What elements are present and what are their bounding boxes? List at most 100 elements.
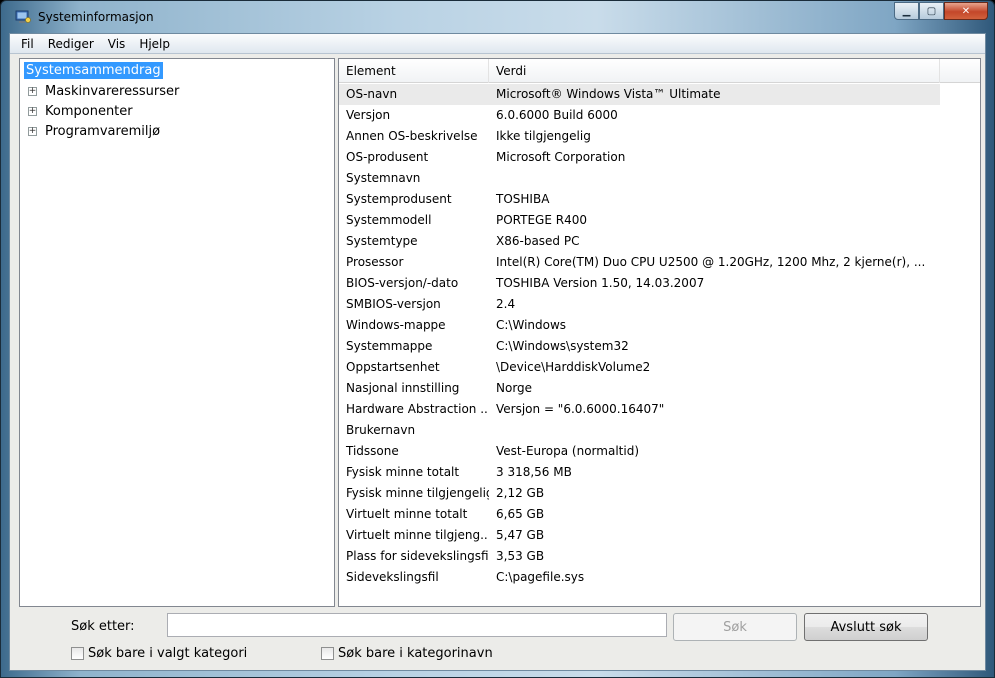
table-row[interactable]: Tidssone Vest-Europa (normaltid) [339,441,980,462]
table-row[interactable]: Virtuelt minne totalt 6,65 GB [339,504,980,525]
cell-element: Systemmodell [346,213,432,227]
checkbox-box[interactable] [71,647,84,660]
app-window: Systeminformasjon ▁ ▢ ✕ Fil Rediger Vis … [0,0,995,678]
table-row[interactable]: Systemnavn [339,168,980,189]
cell-value: Microsoft Corporation [496,150,626,164]
table-row[interactable]: Oppstartsenhet \Device\HarddiskVolume2 [339,357,980,378]
table-row[interactable]: Brukernavn [339,420,980,441]
cell-value: C:\Windows [496,318,567,332]
table-row[interactable]: BIOS-versjon/-dato TOSHIBA Version 1.50, … [339,273,980,294]
cell-element: Versjon [346,108,391,122]
cell-value: 3 318,56 MB [496,465,572,479]
expand-icon[interactable]: + [28,127,37,136]
cell-value: Intel(R) Core(TM) Duo CPU U2500 @ 1.20GH… [496,255,926,269]
cell-value: TOSHIBA Version 1.50, 14.03.2007 [496,276,705,290]
cell-value: Ikke tilgjengelig [496,129,591,143]
cell-value: PORTEGE R400 [496,213,587,227]
title-bar[interactable]: Systeminformasjon ▁ ▢ ✕ [1,1,994,33]
cell-value: Norge [496,381,533,395]
menu-help[interactable]: Hjelp [132,37,177,51]
category-tree[interactable]: Systemsammendrag + Maskinvareressurser +… [19,58,335,607]
column-header-element[interactable]: Element [339,59,489,83]
cell-value: Microsoft® Windows Vista™ Ultimate [489,84,940,105]
caption-buttons: ▁ ▢ ✕ [894,2,988,20]
table-row[interactable]: Plass for sidevekslingsfil 3,53 GB [339,546,980,567]
checkbox-box[interactable] [321,647,334,660]
cell-element: BIOS-versjon/-dato [346,276,459,290]
table-row[interactable]: Fysisk minne totalt 3 318,56 MB [339,462,980,483]
tree-item-software-environment[interactable]: + Programvaremiljø [28,124,160,139]
table-row[interactable]: Fysisk minne tilgjengelig 2,12 GB [339,483,980,504]
table-row[interactable]: Windows-mappe C:\Windows [339,315,980,336]
table-row[interactable]: SMBIOS-versjon 2.4 [339,294,980,315]
table-row[interactable]: Virtuelt minne tilgjeng... 5,47 GB [339,525,980,546]
table-row[interactable]: Systemprodusent TOSHIBA [339,189,980,210]
cell-value: C:\Windows\system32 [496,339,629,353]
cell-element: Tidssone [346,444,399,458]
cell-value: Vest-Europa (normaltid) [496,444,639,458]
maximize-icon: ▢ [926,5,937,17]
table-row[interactable]: OS-produsent Microsoft Corporation [339,147,980,168]
stop-search-button[interactable]: Avslutt søk [804,613,928,641]
search-selected-category-checkbox[interactable]: Søk bare i valgt kategori [71,646,247,661]
cell-element: Annen OS-beskrivelse [346,129,478,143]
table-row[interactable]: Systemmappe C:\Windows\system32 [339,336,980,357]
cell-element: Hardware Abstraction ... [346,402,489,416]
checkbox-label: Søk bare i kategorinavn [338,646,493,661]
cell-element: Fysisk minne totalt [346,465,460,479]
search-button[interactable]: Søk [673,613,797,641]
details-list[interactable]: Element Verdi OS-navn Microsoft® Windows … [338,58,981,607]
cell-element: Systemmappe [346,339,433,353]
cell-element: Systemprodusent [346,192,452,206]
tree-item-label: Komponenter [45,104,133,119]
cell-value: 5,47 GB [496,528,545,542]
checkbox-label: Søk bare i valgt kategori [88,646,248,661]
tree-item-label: Maskinvareressurser [45,84,180,99]
menu-file[interactable]: Fil [14,37,41,51]
cell-element: Virtuelt minne totalt [346,507,468,521]
cell-value: Versjon = "6.0.6000.16407" [496,402,665,416]
minimize-button[interactable]: ▁ [894,2,919,20]
tree-item-hardware-resources[interactable]: + Maskinvareressurser [28,84,179,99]
table-row[interactable]: Annen OS-beskrivelse Ikke tilgjengelig [339,126,980,147]
cell-element: SMBIOS-versjon [346,297,441,311]
menu-edit[interactable]: Rediger [41,37,101,51]
cell-element: Systemtype [346,234,418,248]
search-input[interactable] [167,613,667,637]
cell-value: TOSHIBA [496,192,550,206]
cell-value: 3,53 GB [496,549,545,563]
list-header: Element Verdi [339,59,980,83]
table-row[interactable]: Prosessor Intel(R) Core(TM) Duo CPU U2500… [339,252,980,273]
menu-bar: Fil Rediger Vis Hjelp [10,34,985,54]
close-button[interactable]: ✕ [944,2,988,20]
cell-value: 6,65 GB [496,507,545,521]
minimize-icon: ▁ [902,5,911,17]
cell-element: Fysisk minne tilgjengelig [346,486,489,500]
table-row[interactable]: Sidevekslingsfil C:\pagefile.sys [339,567,980,588]
cell-value [489,168,940,189]
table-row[interactable]: Hardware Abstraction ... Versjon = "6.0.6… [339,399,980,420]
table-row[interactable]: Systemmodell PORTEGE R400 [339,210,980,231]
cell-element: Plass for sidevekslingsfil [346,549,489,563]
tree-item-system-summary[interactable]: Systemsammendrag [24,62,163,79]
expand-icon[interactable]: + [28,107,37,116]
client-area: Fil Rediger Vis Hjelp Systemsammendrag +… [9,33,986,671]
table-row[interactable]: Versjon 6.0.6000 Build 6000 [339,105,980,126]
cell-element: OS-navn [339,84,489,105]
cell-value: 2.4 [496,297,516,311]
cell-element: Virtuelt minne tilgjeng... [346,528,489,542]
cell-element: Nasjonal innstilling [346,381,460,395]
menu-view[interactable]: Vis [101,37,133,51]
search-category-names-checkbox[interactable]: Søk bare i kategorinavn [321,646,493,661]
column-header-value[interactable]: Verdi [489,59,940,83]
cell-element: Brukernavn [346,423,416,437]
table-row[interactable]: Nasjonal innstilling Norge [339,378,980,399]
cell-value: X86-based PC [496,234,580,248]
cell-element: Sidevekslingsfil [346,570,439,584]
table-row[interactable]: Systemtype X86-based PC [339,231,980,252]
maximize-button[interactable]: ▢ [919,2,944,20]
expand-icon[interactable]: + [28,87,37,96]
tree-item-label: Programvaremiljø [45,124,161,139]
table-row[interactable]: OS-navn Microsoft® Windows Vista™ Ultimat… [339,84,980,105]
tree-item-components[interactable]: + Komponenter [28,104,133,119]
